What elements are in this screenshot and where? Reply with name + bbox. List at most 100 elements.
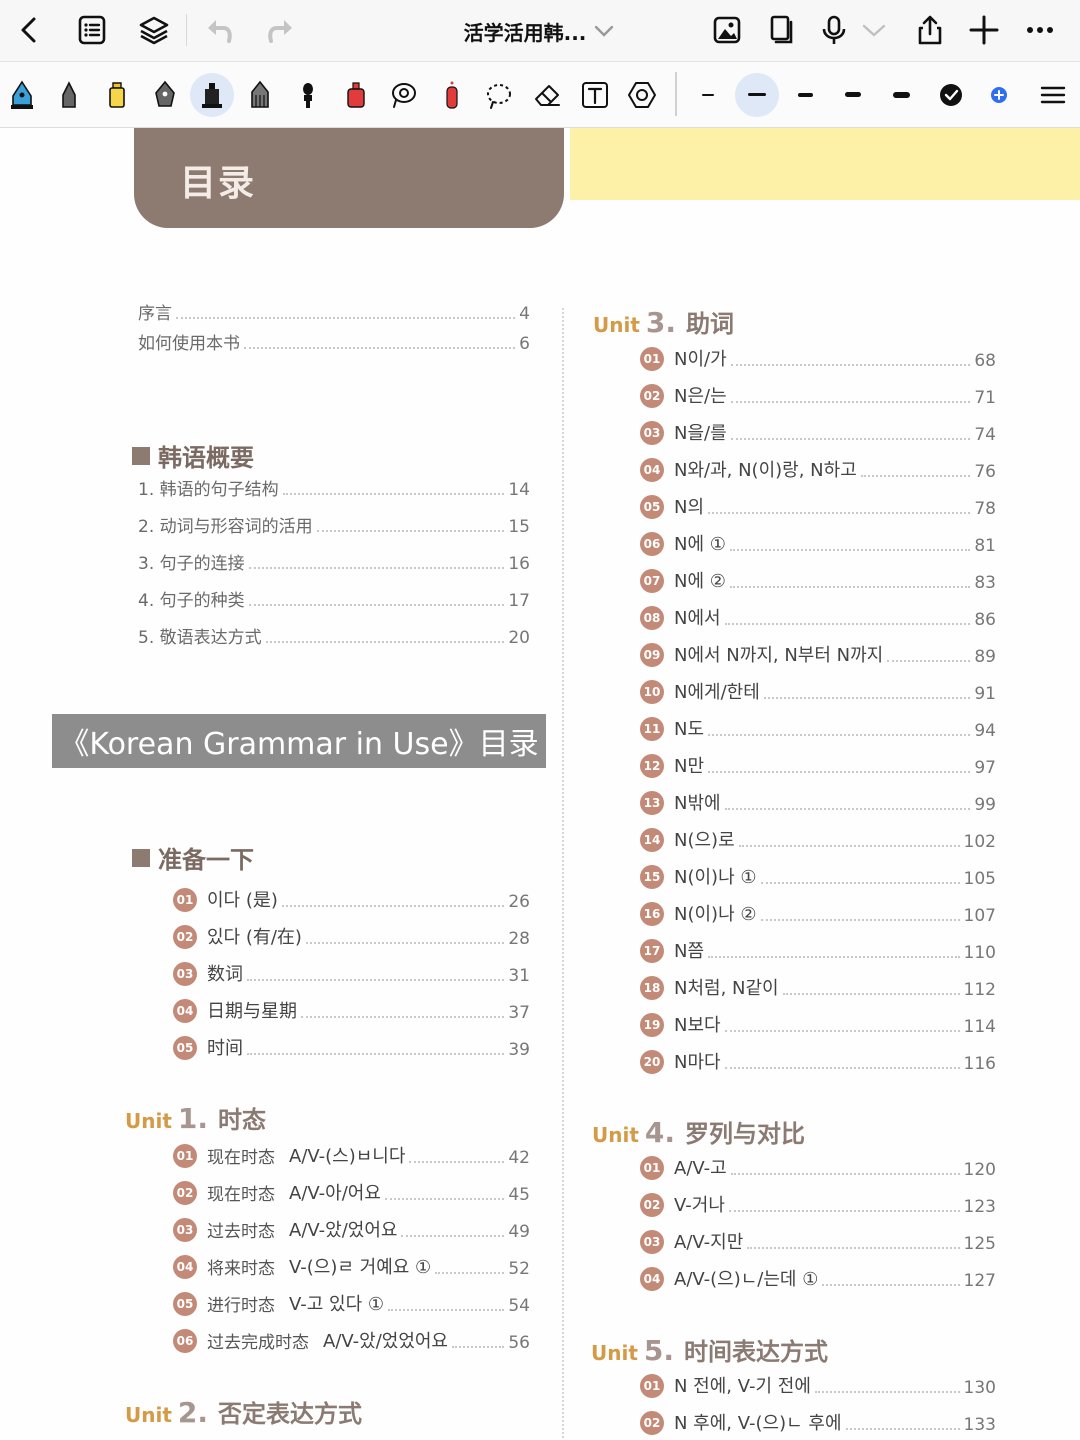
section-marker xyxy=(132,446,150,465)
toc-entry: 01 A/V-고 120 xyxy=(640,1156,996,1180)
toc-entry: 02 现在时态 A/V-아/어요 45 xyxy=(173,1181,530,1205)
toc-entry: 01 N 전에, V-기 전에 130 xyxy=(640,1374,996,1398)
stroke-size-4[interactable] xyxy=(845,92,861,97)
toc-entry: 13 N밖에 99 xyxy=(640,791,996,815)
brush-icon[interactable] xyxy=(286,73,330,117)
column-divider xyxy=(562,308,564,1438)
toc-entry: 04 日期与星期 37 xyxy=(173,999,530,1023)
back-icon[interactable] xyxy=(8,8,52,52)
toc-entry: 19 N보다 114 xyxy=(640,1013,996,1037)
section-heading: 韩语概要 xyxy=(132,438,254,473)
section-marker xyxy=(132,848,150,867)
menu-icon[interactable] xyxy=(1031,73,1075,117)
unit-heading: Unit 5. 时间表达方式 xyxy=(591,1334,829,1367)
undo-icon[interactable] xyxy=(198,8,242,52)
caption-overlay: 《Korean Grammar in Use》目录 xyxy=(52,714,546,768)
lasso-select-icon[interactable] xyxy=(477,73,521,117)
share-icon[interactable] xyxy=(908,8,952,52)
divider xyxy=(186,14,187,46)
toc-entry: 08 N에서 86 xyxy=(640,606,996,630)
toc-entry: 01 N이/가 68 xyxy=(640,347,996,371)
toc-entry: 03 A/V-지만 125 xyxy=(640,1230,996,1254)
pen-icon[interactable] xyxy=(47,73,91,117)
header-yellow-band xyxy=(570,128,1080,200)
toc-entry: 02 N은/는 71 xyxy=(640,384,996,408)
red-marker-icon[interactable] xyxy=(334,73,378,117)
stroke-size-5[interactable] xyxy=(893,92,910,98)
toc-entry: 06 N에 ① 81 xyxy=(640,532,996,556)
highlighter-icon[interactable] xyxy=(95,73,139,117)
toc-entry: 05 进行时态 V-고 있다 ① 54 xyxy=(173,1292,530,1316)
toc-entry: 序言 4 xyxy=(138,304,530,324)
toc-entry: 02 있다 (有/在) 28 xyxy=(173,925,530,949)
pages-icon[interactable] xyxy=(760,8,804,52)
header-box: 目录 xyxy=(134,128,564,228)
color-black-selected-icon[interactable] xyxy=(929,73,973,117)
toc-entry: 5. 敬语表达方式 20 xyxy=(138,628,530,648)
unit-heading: Unit 3. 助词 xyxy=(593,306,735,339)
toc-entry: 1. 韩语的句子结构 14 xyxy=(138,480,530,500)
toc-entry: 01 现在时态 A/V-(스)ㅂ니다 42 xyxy=(173,1144,530,1168)
unit-heading: Unit 4. 罗列与对比 xyxy=(592,1116,806,1149)
unit-heading: Unit 1. 时态 xyxy=(125,1102,267,1135)
text-box-icon[interactable] xyxy=(573,73,617,117)
toc-entry: 11 N도 94 xyxy=(640,717,996,741)
toc-entry: 18 N처럼, N같이 112 xyxy=(640,976,996,1000)
top-navigation-bar: 活学活用韩... xyxy=(0,0,1080,62)
section-heading: 准备一下 xyxy=(132,840,254,875)
add-icon[interactable] xyxy=(962,8,1006,52)
toc-entry: 05 N의 78 xyxy=(640,495,996,519)
document-title-text: 活学活用韩... xyxy=(463,20,587,45)
outline-icon[interactable] xyxy=(70,8,114,52)
layers-icon[interactable] xyxy=(132,8,176,52)
toc-entry: 09 N에서 N까지, N부터 N까지 89 xyxy=(640,643,996,667)
more-icon[interactable] xyxy=(1018,8,1062,52)
lasso-search-icon[interactable] xyxy=(382,73,426,117)
toc-entry: 04 N와/과, N(이)랑, N하고 76 xyxy=(640,458,996,482)
toc-entry: 02 N 후에, V-(으)ㄴ 후에 133 xyxy=(640,1411,996,1435)
stroke-size-1[interactable] xyxy=(702,94,714,96)
stroke-size-3[interactable] xyxy=(798,93,813,97)
redo-icon[interactable] xyxy=(258,8,302,52)
document-page[interactable]: 目录 序言 4 如何使用本书 6 韩语概要 1. 韩语的句子结构 14 2. 动词与形… xyxy=(0,128,1080,1440)
shapes-icon[interactable] xyxy=(620,73,664,117)
red-pen-icon[interactable] xyxy=(430,73,474,117)
toc-entry: 07 N에 ② 83 xyxy=(640,569,996,593)
toc-entry: 2. 动词与形容词的活用 15 xyxy=(138,517,530,537)
toc-entry: 4. 句子的种类 17 xyxy=(138,591,530,611)
chevron-down-icon xyxy=(595,25,614,37)
toc-entry: 17 N쯤 110 xyxy=(640,939,996,963)
toc-entry: 03 数词 31 xyxy=(173,962,530,986)
color-add-icon[interactable] xyxy=(977,73,1021,117)
toc-entry: 03 N을/를 74 xyxy=(640,421,996,445)
document-title[interactable]: 活学活用韩... xyxy=(440,14,640,48)
toolbar-divider xyxy=(675,72,677,116)
unit-heading: Unit 2. 否定表达方式 xyxy=(125,1396,363,1429)
calligraphy-pen-icon[interactable] xyxy=(143,73,187,117)
toc-entry: 12 N만 97 xyxy=(640,754,996,778)
toc-entry: 如何使用本书 6 xyxy=(138,334,530,354)
toc-entry: 02 V-거나 123 xyxy=(640,1193,996,1217)
chevron-down-icon[interactable] xyxy=(852,8,896,52)
microphone-icon[interactable] xyxy=(812,8,856,52)
toc-entry: 10 N에게/한테 91 xyxy=(640,680,996,704)
marker-icon[interactable] xyxy=(190,73,234,117)
toc-entry: 01 이다 (是) 26 xyxy=(173,888,530,912)
toc-entry: 14 N(으)로 102 xyxy=(640,828,996,852)
toc-entry: 05 时间 39 xyxy=(173,1036,530,1060)
toc-entry: 06 过去完成时态 A/V-았/었었어요 56 xyxy=(173,1329,530,1353)
toc-entry: 03 过去时态 A/V-았/었어요 49 xyxy=(173,1218,530,1242)
toc-entry: 04 A/V-(으)ㄴ/는데 ① 127 xyxy=(640,1267,996,1291)
pencil-icon[interactable] xyxy=(238,73,282,117)
fountain-pen-icon[interactable] xyxy=(0,73,44,117)
stroke-size-2[interactable] xyxy=(748,93,766,96)
eraser-icon[interactable] xyxy=(525,73,569,117)
toc-entry: 16 N(이)나 ② 107 xyxy=(640,902,996,926)
page-title: 目录 xyxy=(180,163,257,204)
toc-entry: 20 N마다 116 xyxy=(640,1050,996,1074)
toc-entry: 04 将来时态 V-(으)ㄹ 거예요 ① 52 xyxy=(173,1255,530,1279)
insert-image-icon[interactable] xyxy=(705,8,749,52)
toc-entry: 15 N(이)나 ① 105 xyxy=(640,865,996,889)
drawing-toolbar xyxy=(0,62,1080,128)
toc-entry: 3. 句子的连接 16 xyxy=(138,554,530,574)
